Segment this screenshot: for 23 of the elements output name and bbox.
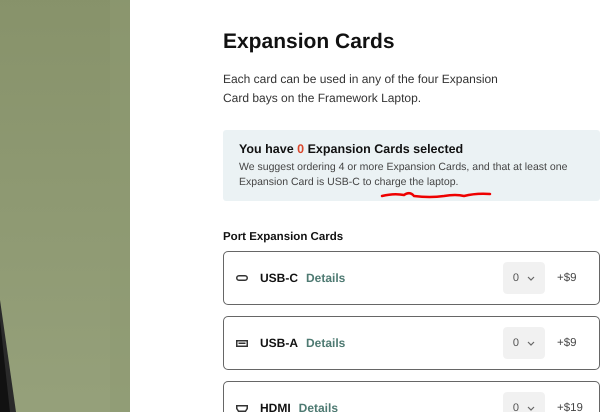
page-title: Expansion Cards <box>223 30 396 54</box>
card-name: HDMI <box>260 401 291 412</box>
hdmi-port-icon <box>236 404 248 412</box>
quantity-dropdown[interactable]: 0 <box>502 392 545 412</box>
chevron-down-icon <box>527 340 535 346</box>
details-link[interactable]: Details <box>298 401 338 412</box>
details-link[interactable]: Details <box>306 271 346 285</box>
card-name: USB-A <box>260 336 298 350</box>
card-name: USB-C <box>260 271 298 285</box>
details-link[interactable]: Details <box>306 336 346 350</box>
card-price: +$9 <box>557 272 578 284</box>
notice-text: We suggest ordering 4 or more Expansion Cards, and that at least one Expansion Card is USB-C to charge the laptop. <box>239 160 568 190</box>
card-price: +$19 <box>557 402 584 412</box>
chevron-down-icon <box>527 276 535 280</box>
notice-heading: You have 0 Expansion Cards selected <box>239 142 464 156</box>
card-price: +$9 <box>557 337 578 349</box>
usb-a-port-icon <box>236 340 248 346</box>
quantity-dropdown[interactable]: 0 <box>502 262 545 294</box>
description-text: Each card can be used in any of the four Expansion Card bays on the Framework Laptop. <box>223 71 499 107</box>
chevron-down-icon <box>527 406 535 410</box>
section-heading: Port Expansion Cards <box>223 231 344 243</box>
quantity-dropdown[interactable]: 0 <box>502 327 545 359</box>
usb-c-port-icon <box>236 275 248 281</box>
